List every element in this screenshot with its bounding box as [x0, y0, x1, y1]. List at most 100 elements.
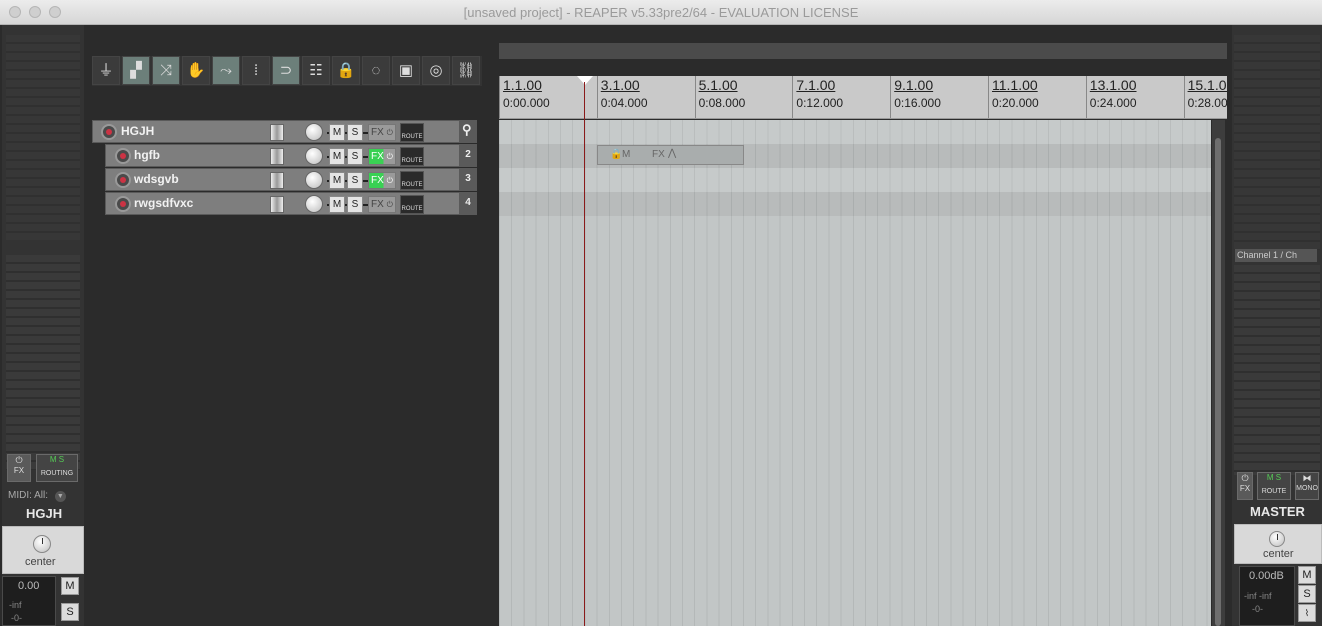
solo-button[interactable]: S — [347, 124, 363, 141]
pan-knob[interactable] — [305, 171, 323, 189]
route-button[interactable]: ROUTE — [400, 147, 424, 166]
track-row[interactable]: HGJH M S FX ⏻ ROUTE — [92, 120, 476, 143]
track-row[interactable]: hgfb M S FX ⏻ ROUTE — [105, 144, 476, 167]
envelope-curve-icon[interactable]: ⋀ — [668, 148, 676, 159]
record-arm-button[interactable] — [115, 148, 131, 164]
mute-button[interactable]: M — [329, 196, 345, 213]
mute-button[interactable]: M — [329, 124, 345, 141]
track-lane[interactable] — [499, 192, 1211, 216]
master-mute-button[interactable]: M — [1298, 566, 1316, 584]
pan-knob[interactable] — [305, 147, 323, 165]
track-number[interactable]: 4 — [459, 192, 477, 215]
track-row[interactable]: rwgsdfvxc M S FX ⏻ ROUTE — [105, 192, 476, 215]
ruler-time-label: 0:24.000 — [1089, 96, 1137, 110]
midi-input-select[interactable]: MIDI: All: ▼ — [8, 490, 66, 502]
network-button[interactable]: ⛓ — [452, 56, 480, 85]
ripple-edit-button[interactable]: ⤨ — [152, 56, 180, 85]
speaker-icon: ⧓ — [1302, 473, 1312, 483]
track-name[interactable]: HGJH — [121, 124, 154, 138]
master-channel-label[interactable]: Channel 1 / Ch — [1235, 249, 1317, 262]
power-icon: ⏻ — [1241, 473, 1249, 483]
track-name[interactable]: wdsgvb — [134, 172, 179, 186]
envelope-lane-controls[interactable]: 🔒 M FX ⋀ — [597, 145, 744, 165]
ruler-tick — [1183, 76, 1185, 118]
mixer-solo-button[interactable]: S — [61, 603, 79, 621]
auto-crossfade-button[interactable]: ▞ — [122, 56, 150, 85]
record-mode-button[interactable]: ◌ — [362, 56, 390, 85]
mixer-volume-display[interactable]: 0.00 -inf -0- — [2, 576, 56, 626]
ruler-bar-label: 11.1.00 — [992, 77, 1038, 93]
route-button[interactable]: ROUTE — [400, 171, 424, 190]
layout-button[interactable]: ☷ — [302, 56, 330, 85]
mute-button[interactable]: M — [329, 172, 345, 189]
mixer-routing-button[interactable]: M S ROUTING — [36, 454, 78, 482]
solo-button[interactable]: S — [347, 148, 363, 165]
lock-button[interactable]: 🔒 — [332, 56, 360, 85]
ruler-time-label: 0:28.000 — [1187, 96, 1227, 110]
volume-fader-knob[interactable] — [270, 148, 284, 165]
track-number[interactable]: 2 — [459, 144, 477, 167]
solo-button[interactable]: S — [347, 172, 363, 189]
lock-icon[interactable]: 🔒 — [610, 149, 622, 160]
master-meter-top — [1234, 35, 1320, 250]
envelope-mute-button[interactable]: M — [622, 149, 630, 160]
pan-knob[interactable] — [33, 535, 51, 553]
chevron-down-icon: ▼ — [54, 491, 66, 502]
master-mono-button[interactable]: ⧓ MONO — [1295, 472, 1319, 500]
mixer-mute-button[interactable]: M — [61, 577, 79, 595]
folder-button[interactable]: ▣ — [392, 56, 420, 85]
item-grouping-button[interactable]: ✋ — [182, 56, 210, 85]
master-volume-display[interactable]: 0.00dB -inf -inf -0- — [1239, 566, 1295, 626]
route-button[interactable]: ROUTE — [400, 123, 424, 142]
ruler-tick — [694, 76, 696, 118]
track-number[interactable]: 1⚲ — [459, 120, 477, 143]
fx-button[interactable]: FX ⏻ — [368, 172, 396, 189]
fx-button[interactable]: FX ⏻ — [368, 124, 396, 141]
ruler-bar-label: 1.1.00 — [503, 77, 542, 93]
master-fx-button[interactable]: ⏻ FX — [1237, 472, 1253, 500]
timeline-ruler[interactable]: 1.1.00 0:00.000 3.1.00 0:04.000 5.1.00 0:08.0… — [499, 76, 1227, 119]
volume-fader-knob[interactable] — [270, 124, 284, 141]
envelope-fx-button[interactable]: FX — [652, 149, 665, 160]
playhead-marker[interactable] — [577, 76, 593, 85]
fx-label: FX — [371, 151, 384, 162]
fx-button[interactable]: FX ⏻ — [368, 196, 396, 213]
track-number[interactable]: 3 — [459, 168, 477, 191]
snap-icon: ⊃ — [279, 62, 293, 79]
volume-fader-knob[interactable] — [270, 172, 284, 189]
pan-knob[interactable] — [305, 123, 323, 141]
mixer-fx-button[interactable]: ⏻ FX — [7, 454, 31, 482]
record-arm-button[interactable] — [115, 196, 131, 212]
master-solo-button[interactable]: S — [1298, 585, 1316, 603]
pan-knob[interactable] — [305, 195, 323, 213]
fx-label: FX — [371, 199, 384, 210]
record-arm-button[interactable] — [101, 124, 117, 140]
track-lane[interactable] — [499, 120, 1211, 144]
ruler-bar-label: 13.1.00 — [1089, 77, 1137, 93]
route-button[interactable]: ROUTE — [400, 195, 424, 214]
vertical-scrollbar[interactable] — [1212, 120, 1225, 626]
record-arm-button[interactable] — [115, 172, 131, 188]
scrollbar-thumb[interactable] — [1215, 138, 1221, 626]
solo-button[interactable]: S — [347, 196, 363, 213]
fx-button[interactable]: FX ⏻ — [368, 148, 396, 165]
track-lane[interactable] — [499, 168, 1211, 192]
master-pan-knob[interactable] — [1269, 531, 1285, 547]
track-name[interactable]: hgfb — [134, 148, 160, 162]
snap-button[interactable]: ⊃ — [272, 56, 300, 85]
envelope-points-button[interactable]: ⤳ — [212, 56, 240, 85]
arrange-view[interactable] — [499, 120, 1211, 626]
grid-button[interactable]: ⦙ — [242, 56, 270, 85]
track-name[interactable]: rwgsdfvxc — [134, 196, 193, 210]
ruler-bar-label: 15.1.00 — [1187, 77, 1227, 93]
pin-icon[interactable]: ⚲ — [462, 119, 472, 141]
mute-button[interactable]: M — [329, 148, 345, 165]
track-row[interactable]: wdsgvb M S FX ⏻ ROUTE — [105, 168, 476, 191]
envelope-icon[interactable]: ⌇ — [1298, 604, 1316, 622]
master-route-button[interactable]: M S ROUTE — [1257, 472, 1291, 500]
item-grouping-icon: ✋ — [186, 62, 206, 79]
master-pan-area: center — [1234, 524, 1322, 564]
metronome-button[interactable]: ⏚ — [92, 56, 120, 85]
volume-fader-knob[interactable] — [270, 196, 284, 213]
loop-button[interactable]: ◎ — [422, 56, 450, 85]
